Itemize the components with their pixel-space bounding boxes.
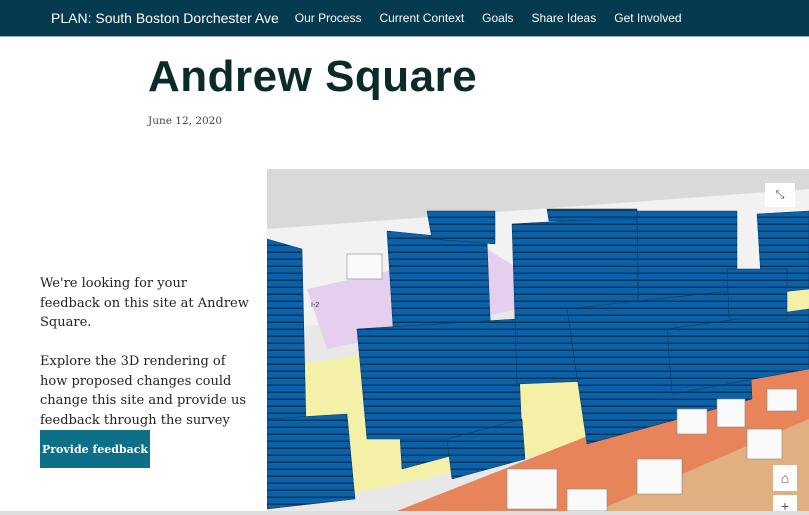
provide-feedback-button[interactable]: Provide feedback bbox=[40, 430, 150, 468]
intro-paragraph-1: We're looking for your feedback on this … bbox=[40, 276, 249, 330]
publish-date: June 12, 2020 bbox=[148, 115, 223, 127]
home-icon: ⌂ bbox=[780, 470, 790, 486]
home-button[interactable]: ⌂ bbox=[773, 465, 797, 491]
site-brand[interactable]: PLAN: South Boston Dorchester Ave bbox=[51, 10, 279, 26]
nav-current-context[interactable]: Current Context bbox=[379, 11, 464, 25]
fullscreen-icon: ⤡ bbox=[775, 188, 785, 201]
nav-goals[interactable]: Goals bbox=[482, 11, 513, 25]
3d-rendering: I-2 bbox=[267, 169, 809, 511]
nav-our-process[interactable]: Our Process bbox=[295, 11, 362, 25]
nav-get-involved[interactable]: Get Involved bbox=[614, 11, 681, 25]
map-label: I-2 bbox=[311, 302, 319, 309]
fullscreen-button[interactable]: ⤡ bbox=[765, 183, 795, 207]
top-nav: PLAN: South Boston Dorchester Ave Our Pr… bbox=[0, 0, 809, 37]
zoom-in-icon: + bbox=[780, 498, 790, 511]
bottom-scrollbar bbox=[0, 511, 809, 515]
page-title: Andrew Square bbox=[148, 52, 478, 101]
zoom-in-button[interactable]: + bbox=[773, 495, 797, 511]
3d-scene-view[interactable]: I-2 ⤡ ⌂ + bbox=[267, 169, 809, 511]
nav-share-ideas[interactable]: Share Ideas bbox=[532, 11, 597, 25]
